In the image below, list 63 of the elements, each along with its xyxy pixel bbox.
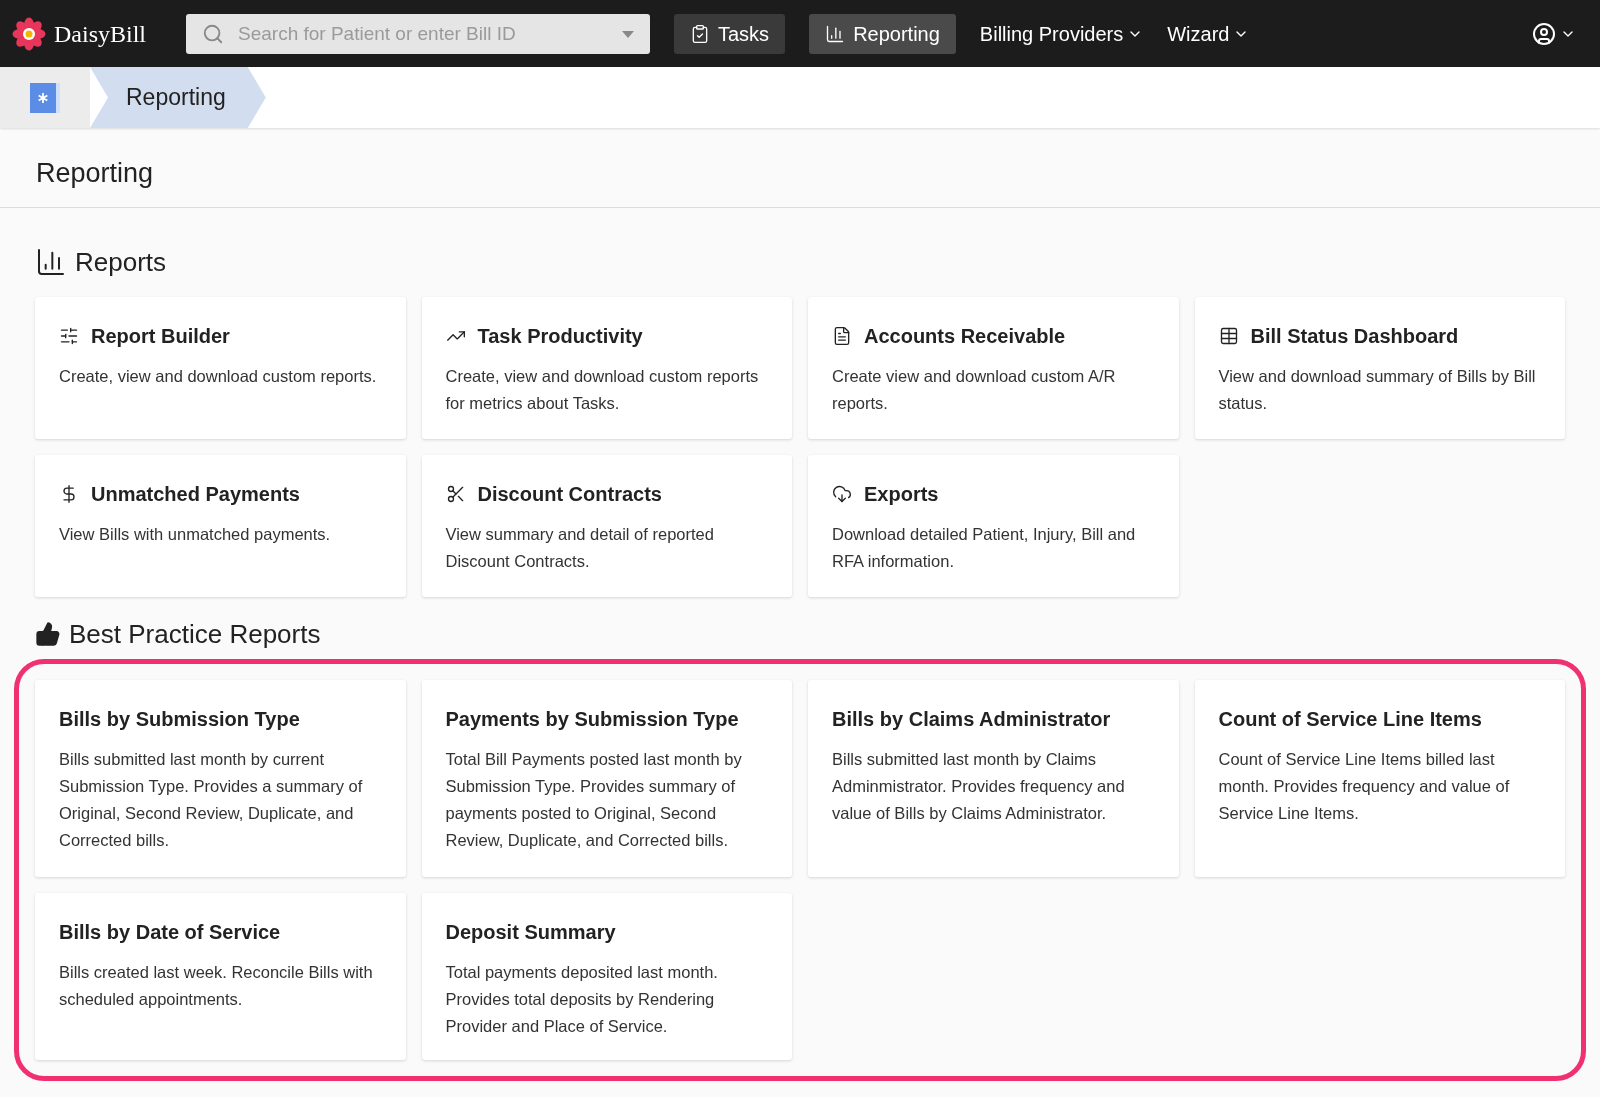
nav-button[interactable]: Reporting xyxy=(809,13,956,54)
report-card[interactable]: Count of Service Line Items Count of Service Line Items billed last month. Provides frequency and value of Service Line Items. xyxy=(1194,680,1565,877)
report-card[interactable]: Accounts Receivable Create view and download custom A/R reports. xyxy=(808,297,1179,439)
report-card[interactable]: Exports Download detailed Patient, Injury, Bill and RFA information. xyxy=(808,455,1179,597)
card-title: Exports xyxy=(864,482,939,507)
card-title: Bills by Date of Service xyxy=(59,920,281,945)
card-description: Create, view and download custom reports for metrics about Tasks. xyxy=(445,366,760,414)
card-title: Unmatched Payments xyxy=(91,482,300,507)
breadcrumb-item[interactable]: Reporting xyxy=(90,67,266,128)
report-card[interactable]: Bills by Date of Service Bills created last week. Reconcile Bills with scheduled appointments. xyxy=(35,893,406,1060)
section-title: Best Practice Reports xyxy=(69,617,321,651)
card-title: Payments by Submission Type xyxy=(445,707,739,732)
card-description: Bills created last week. Reconcile Bills with scheduled appointments. xyxy=(59,962,374,1010)
card-title: Report Builder xyxy=(91,324,230,349)
nav-menu[interactable]: Wizard xyxy=(1167,13,1250,54)
bar-chart-icon xyxy=(825,23,846,44)
nav-menu[interactable]: Billing Providers xyxy=(979,13,1144,54)
card-description: Count of Service Line Items billed last month. Provides frequency and value of Service Line Items. xyxy=(1218,749,1511,824)
card-title: Task Productivity xyxy=(477,324,643,349)
report-card[interactable]: Bill Status Dashboard View and download summary of Bills by Bill status. xyxy=(1194,297,1565,439)
card-description: Bills submitted last month by current Submission Type. Provides a summary of Original, Second Review, Duplicate, and Corrected bills. xyxy=(59,749,364,851)
table-icon xyxy=(1218,326,1239,346)
daisy-logo-icon xyxy=(12,16,46,51)
user-avatar-icon xyxy=(1532,21,1556,46)
sliders-icon xyxy=(59,326,79,346)
report-card[interactable]: Bills by Submission Type Bills submitted last month by current Submission Type. Provides a summary of Original, Second Review, Duplicate, and Corrected bills. xyxy=(35,680,406,877)
clipboard-check-icon xyxy=(690,23,710,44)
caret-icon xyxy=(622,30,634,38)
report-card[interactable]: Payments by Submission Type Total Bill Payments posted last month by Submission Type. Provides summary of payments posted to Original, Second Review, Duplicate, and Corrected bills. xyxy=(421,680,792,877)
app-name: DaisyBill xyxy=(54,19,146,49)
search-field[interactable]: Search for Patient or enter Bill ID xyxy=(186,13,650,54)
report-card[interactable]: Discount Contracts View summary and detail of reported Discount Contracts. xyxy=(421,455,792,597)
report-card[interactable]: Task Productivity Create, view and download custom reports for metrics about Tasks. xyxy=(421,297,792,439)
card-description: Create, view and download custom reports. xyxy=(59,366,378,387)
nav-button[interactable]: Tasks xyxy=(674,13,786,54)
card-title: Bills by Submission Type xyxy=(59,707,300,732)
document-icon xyxy=(832,326,852,346)
scissors-icon xyxy=(445,484,466,504)
cloud-download-icon xyxy=(832,484,852,504)
thumbs-up-icon xyxy=(35,621,61,647)
card-description: View summary and detail of reported Discount Contracts. xyxy=(445,524,715,572)
report-card[interactable]: Report Builder Create, view and download custom reports. xyxy=(35,297,406,439)
card-title: Bills by Claims Administrator xyxy=(832,707,1111,732)
card-description: Download detailed Patient, Injury, Bill and RFA information. xyxy=(832,524,1137,572)
card-description: View and download summary of Bills by Bill status. xyxy=(1218,366,1537,414)
search-icon xyxy=(202,22,224,45)
report-card[interactable]: Unmatched Payments View Bills with unmatched payments. xyxy=(35,455,406,597)
section-title: Reports xyxy=(75,245,167,279)
card-description: Total payments deposited last month. Provides total deposits by Rendering Provider and Place of Service. xyxy=(445,962,719,1037)
card-description: View Bills with unmatched payments. xyxy=(59,524,332,545)
home-icon xyxy=(30,82,60,113)
card-title: Bill Status Dashboard xyxy=(1250,324,1459,349)
card-description: Bills submitted last month by Claims Adminmistrator. Provides frequency and value of Bills by Claims Administrator. xyxy=(832,749,1126,824)
card-title: Accounts Receivable xyxy=(864,324,1066,349)
card-description: Total Bill Payments posted last month by Submission Type. Provides summary of payments posted to Original, Second Review, Duplicate, and Corrected bills. xyxy=(445,749,743,851)
report-card[interactable]: Deposit Summary Total payments deposited last month. Provides total deposits by Rendering Provider and Place of Service. xyxy=(421,893,792,1060)
card-title: Deposit Summary xyxy=(445,920,616,945)
card-title: Discount Contracts xyxy=(477,482,662,507)
card-title: Count of Service Line Items xyxy=(1218,707,1482,732)
bar-chart-icon xyxy=(35,246,67,278)
report-card[interactable]: Bills by Claims Administrator Bills submitted last month by Claims Adminmistrator. Provides frequency and value of Bills by Claims Administrator. xyxy=(808,680,1179,877)
card-description: Create view and download custom A/R reports. xyxy=(832,366,1117,414)
page-title: Reporting xyxy=(36,157,154,191)
